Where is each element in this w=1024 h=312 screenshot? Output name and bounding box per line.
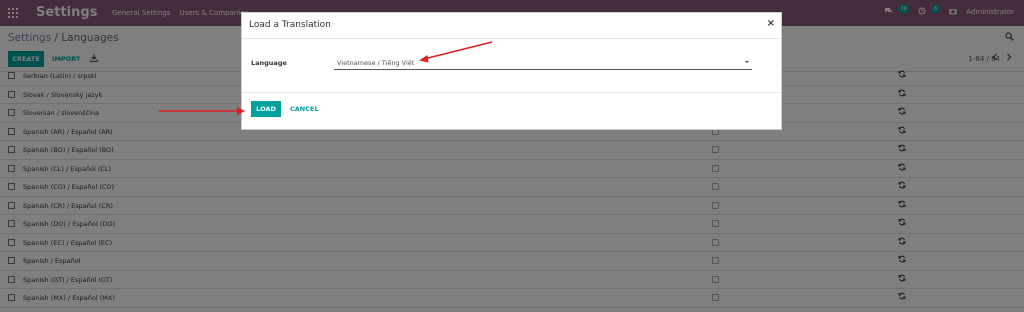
- annotation-arrows: [159, 41, 493, 115]
- arrow-to-load-button-icon: [159, 107, 245, 115]
- arrow-to-language-select-icon: [419, 41, 493, 63]
